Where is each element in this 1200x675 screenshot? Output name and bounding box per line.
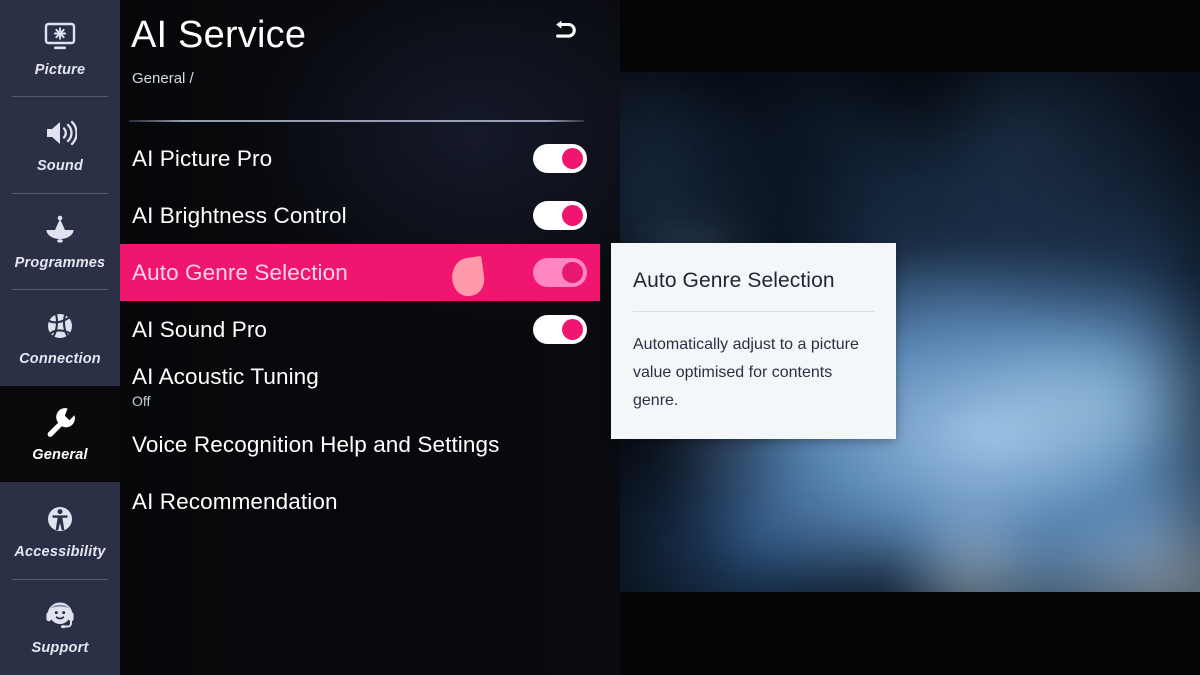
setting-label: Voice Recognition Help and Settings xyxy=(132,431,500,457)
sidebar-item-support[interactable]: Support xyxy=(0,578,120,675)
setting-label: AI Brightness Control xyxy=(132,202,347,228)
setting-row-ai-picture-pro[interactable]: AI Picture Pro xyxy=(120,130,600,187)
header-divider xyxy=(129,120,584,122)
sound-icon xyxy=(40,115,80,151)
setting-row-voice-recognition[interactable]: Voice Recognition Help and Settings xyxy=(120,416,600,473)
sidebar-item-label: Sound xyxy=(36,158,84,175)
settings-sidebar: Picture Sound Programmes Connection Gene… xyxy=(0,0,120,675)
sidebar-item-accessibility[interactable]: Accessibility xyxy=(0,482,120,578)
sidebar-item-general[interactable]: General xyxy=(0,385,120,483)
sidebar-item-label: Connection xyxy=(19,350,101,367)
sidebar-item-sound[interactable]: Sound xyxy=(0,96,120,192)
connection-icon xyxy=(40,308,80,344)
tooltip-body: Automatically adjust to a picture value … xyxy=(633,336,859,409)
toggle-ai-picture-pro[interactable] xyxy=(533,144,587,173)
sidebar-item-connection[interactable]: Connection xyxy=(0,289,120,385)
back-arrow-icon xyxy=(549,19,579,50)
setting-label: AI Picture Pro xyxy=(132,145,273,171)
sidebar-item-label: Picture xyxy=(34,61,86,78)
setting-label: AI Acoustic Tuning xyxy=(132,364,319,389)
setting-label: Auto Genre Selection xyxy=(132,259,348,285)
toggle-auto-genre-selection[interactable] xyxy=(533,258,587,287)
settings-panel: AI Service General / AI Picture Pro AI B… xyxy=(120,0,600,675)
setting-row-auto-genre-selection[interactable]: Auto Genre Selection xyxy=(120,244,600,301)
sidebar-item-label: General xyxy=(32,447,88,464)
accessibility-icon xyxy=(40,501,80,537)
back-button[interactable] xyxy=(538,8,590,60)
toggle-ai-sound-pro[interactable] xyxy=(533,315,587,344)
sidebar-item-picture[interactable]: Picture xyxy=(0,0,120,96)
tooltip-title: Auto Genre Selection xyxy=(633,269,874,312)
setting-value: Off xyxy=(132,393,151,409)
setting-label: AI Recommendation xyxy=(132,488,338,514)
setting-row-ai-sound-pro[interactable]: AI Sound Pro xyxy=(120,301,600,358)
support-headset-icon xyxy=(40,597,80,633)
toggle-knob xyxy=(562,319,583,340)
sidebar-item-label: Accessibility xyxy=(14,543,106,560)
sidebar-item-programmes[interactable]: Programmes xyxy=(0,192,120,289)
sidebar-item-label: Support xyxy=(31,640,89,657)
toggle-ai-brightness-control[interactable] xyxy=(533,201,587,230)
programmes-icon xyxy=(40,212,80,248)
setting-row-ai-acoustic-tuning[interactable]: AI Acoustic Tuning Off xyxy=(120,358,600,416)
toggle-knob xyxy=(562,148,583,169)
general-wrench-icon xyxy=(40,404,80,440)
sidebar-item-label: Programmes xyxy=(14,254,106,271)
toggle-knob xyxy=(562,205,583,226)
setting-row-ai-recommendation[interactable]: AI Recommendation xyxy=(120,473,600,530)
toggle-knob xyxy=(562,262,583,283)
setting-row-ai-brightness-control[interactable]: AI Brightness Control xyxy=(120,187,600,244)
tv-settings-screen: Picture Sound Programmes Connection Gene… xyxy=(0,0,1200,675)
picture-icon xyxy=(40,19,80,55)
setting-description-card: Auto Genre Selection Automatically adjus… xyxy=(611,243,896,439)
settings-list: AI Picture Pro AI Brightness Control Aut… xyxy=(120,130,600,530)
page-title: AI Service xyxy=(131,14,307,56)
setting-label: AI Sound Pro xyxy=(132,316,268,342)
breadcrumb: General / xyxy=(132,70,194,87)
